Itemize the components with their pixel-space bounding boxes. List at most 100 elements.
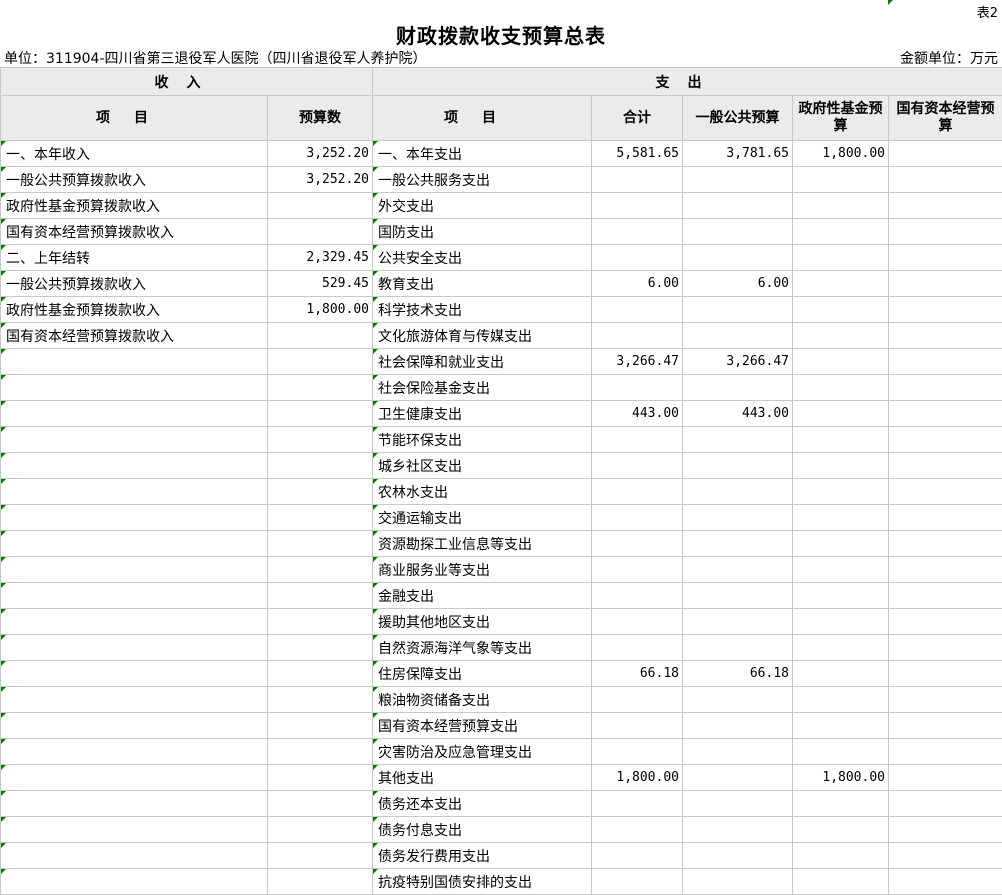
- table-row: 一般公共预算拨款收入 529.45 教育支出 6.00 6.00: [0, 270, 1002, 297]
- state-capital-cell: [887, 842, 1002, 869]
- expense-item-cell: 国有资本经营预算支出: [372, 712, 592, 739]
- income-item-cell: [0, 790, 268, 817]
- table-row: 自然资源海洋气象等支出: [0, 634, 1002, 661]
- income-item-cell: 政府性基金预算拨款收入: [0, 296, 268, 323]
- income-budget-cell: [267, 348, 373, 375]
- income-item-cell: 国有资本经营预算拨款收入: [0, 218, 268, 245]
- income-item-cell: 一般公共预算拨款收入: [0, 166, 268, 193]
- income-budget-cell: [267, 582, 373, 609]
- state-capital-cell: [887, 686, 1002, 713]
- gov-fund-cell: [792, 608, 889, 635]
- income-item-cell: [0, 504, 268, 531]
- income-budget-cell: [267, 686, 373, 713]
- state-capital-cell: [887, 556, 1002, 583]
- table-row: 社会保障和就业支出 3,266.47 3,266.47: [0, 348, 1002, 375]
- gov-fund-cell: [792, 244, 889, 271]
- expense-total-cell: [591, 790, 683, 817]
- income-item-cell: 政府性基金预算拨款收入: [0, 192, 268, 219]
- income-budget-cell: 2,329.45: [267, 244, 373, 271]
- income-item-cell: [0, 556, 268, 583]
- expense-item-cell: 外交支出: [372, 192, 592, 219]
- gov-fund-cell: 1,800.00: [792, 140, 889, 167]
- state-capital-cell: [887, 426, 1002, 453]
- income-item-cell: 一、本年收入: [0, 140, 268, 167]
- expense-item-cell: 卫生健康支出: [372, 400, 592, 427]
- state-capital-header: 国有资本经营预算: [887, 95, 1002, 141]
- expense-total-cell: [591, 530, 683, 557]
- general-budget-cell: [682, 322, 793, 349]
- table-row: 金融支出: [0, 582, 1002, 609]
- table-number: 表2: [976, 6, 998, 21]
- gov-fund-cell: [792, 686, 889, 713]
- expense-total-cell: 5,581.65: [591, 140, 683, 167]
- table-row: 农林水支出: [0, 478, 1002, 505]
- budget-header: 预算数: [267, 95, 373, 141]
- gov-fund-cell: [792, 270, 889, 297]
- gov-fund-cell: [792, 400, 889, 427]
- general-budget-cell: [682, 426, 793, 453]
- income-budget-cell: [267, 218, 373, 245]
- expense-item-cell: 文化旅游体育与传媒支出: [372, 322, 592, 349]
- expense-total-cell: [591, 504, 683, 531]
- state-capital-cell: [887, 452, 1002, 479]
- gov-fund-cell: [792, 452, 889, 479]
- state-capital-cell: [887, 530, 1002, 557]
- state-capital-cell: [887, 296, 1002, 323]
- general-budget-cell: [682, 608, 793, 635]
- expense-item-cell: 国防支出: [372, 218, 592, 245]
- income-item-cell: [0, 582, 268, 609]
- state-capital-cell: [887, 790, 1002, 817]
- income-budget-cell: 3,252.20: [267, 140, 373, 167]
- general-budget-cell: [682, 842, 793, 869]
- state-capital-cell: [887, 374, 1002, 401]
- general-budget-cell: [682, 218, 793, 245]
- expense-item-cell: 一般公共服务支出: [372, 166, 592, 193]
- gov-fund-cell: [792, 504, 889, 531]
- expense-total-cell: [591, 816, 683, 843]
- general-budget-cell: [682, 530, 793, 557]
- expense-item-header: 项目: [372, 95, 592, 141]
- expense-total-cell: 66.18: [591, 660, 683, 687]
- gov-fund-cell: [792, 478, 889, 505]
- income-budget-cell: 3,252.20: [267, 166, 373, 193]
- expense-total-cell: [591, 244, 683, 271]
- income-item-cell: [0, 764, 268, 791]
- gov-fund-cell: [792, 322, 889, 349]
- general-budget-cell: [682, 764, 793, 791]
- expense-item-cell: 城乡社区支出: [372, 452, 592, 479]
- table-row: 抗疫特别国债安排的支出: [0, 868, 1002, 895]
- expense-item-cell: 一、本年支出: [372, 140, 592, 167]
- expense-total-cell: 443.00: [591, 400, 683, 427]
- expense-item-cell: 社会保险基金支出: [372, 374, 592, 401]
- income-budget-cell: [267, 764, 373, 791]
- gov-fund-cell: [792, 374, 889, 401]
- table-row: 援助其他地区支出: [0, 608, 1002, 635]
- expense-item-cell: 债务还本支出: [372, 790, 592, 817]
- income-item-cell: [0, 634, 268, 661]
- general-budget-cell: [682, 582, 793, 609]
- state-capital-cell: [887, 868, 1002, 895]
- table-row: 其他支出 1,800.00 1,800.00: [0, 764, 1002, 791]
- general-budget-cell: [682, 166, 793, 193]
- expense-total-cell: [591, 426, 683, 453]
- table-row: 卫生健康支出 443.00 443.00: [0, 400, 1002, 427]
- state-capital-cell: [887, 634, 1002, 661]
- general-budget-cell: [682, 192, 793, 219]
- expense-total-cell: [591, 452, 683, 479]
- income-budget-cell: [267, 634, 373, 661]
- table-row: 粮油物资储备支出: [0, 686, 1002, 713]
- table-row: 政府性基金预算拨款收入 外交支出: [0, 192, 1002, 219]
- expense-total-cell: [591, 166, 683, 193]
- expense-total-cell: [591, 738, 683, 765]
- gov-fund-cell: [792, 582, 889, 609]
- expense-item-cell: 农林水支出: [372, 478, 592, 505]
- general-budget-cell: [682, 868, 793, 895]
- income-item-cell: [0, 738, 268, 765]
- state-capital-cell: [887, 348, 1002, 375]
- income-budget-cell: [267, 452, 373, 479]
- income-budget-cell: [267, 400, 373, 427]
- income-budget-cell: [267, 556, 373, 583]
- income-budget-cell: [267, 426, 373, 453]
- general-budget-cell: [682, 374, 793, 401]
- gov-fund-cell: [792, 790, 889, 817]
